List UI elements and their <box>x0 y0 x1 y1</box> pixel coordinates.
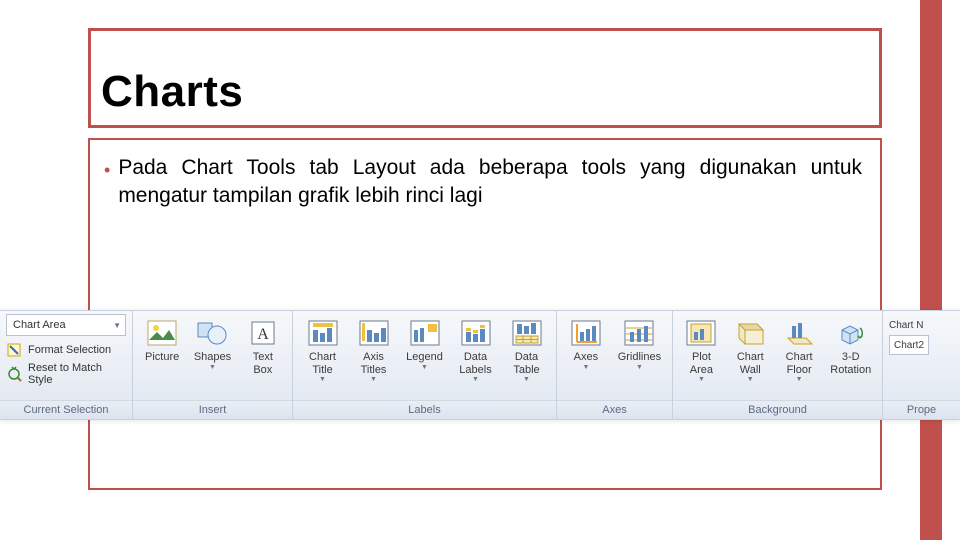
group-label: Prope <box>883 400 960 419</box>
data-labels-button[interactable]: Data Labels ▼ <box>452 314 499 383</box>
3d-rotation-icon <box>835 317 867 349</box>
chevron-down-icon: ▼ <box>421 364 428 371</box>
reset-icon <box>6 366 22 382</box>
chevron-down-icon: ▼ <box>319 376 326 383</box>
chart-floor-icon <box>783 317 815 349</box>
shapes-button[interactable]: Shapes ▼ <box>189 314 235 371</box>
group-label: Axes <box>557 400 672 419</box>
chevron-down-icon: ▼ <box>472 376 479 383</box>
chart-floor-button[interactable]: Chart Floor ▼ <box>777 314 822 383</box>
axis-titles-button[interactable]: Axis Titles ▼ <box>350 314 397 383</box>
chevron-down-icon: ▼ <box>796 376 803 383</box>
group-label: Insert <box>133 400 292 419</box>
picture-icon <box>146 317 178 349</box>
chevron-down-icon: ▼ <box>370 376 377 383</box>
chart-wall-button[interactable]: Chart Wall ▼ <box>728 314 773 383</box>
accent-bar <box>920 0 942 540</box>
chevron-down-icon: ▼ <box>636 364 643 371</box>
picture-button[interactable]: Picture <box>139 314 185 364</box>
format-selection-icon <box>6 342 22 358</box>
3d-rotation-button[interactable]: 3-D Rotation <box>826 314 876 376</box>
group-label: Current Selection <box>0 400 132 419</box>
chevron-down-icon: ▼ <box>698 376 705 383</box>
group-labels: Chart Title ▼ Axis Titles ▼ Legend ▼ <box>293 311 557 419</box>
chevron-down-icon: ▼ <box>582 364 589 371</box>
slide: Charts • Pada Chart Tools tab Layout ada… <box>0 0 960 540</box>
chart-title-icon <box>307 317 339 349</box>
bullet-item: • Pada Chart Tools tab Layout ada bebera… <box>104 154 862 211</box>
chevron-down-icon: ▼ <box>747 376 754 383</box>
slide-title: Charts <box>101 67 243 117</box>
format-selection-button[interactable]: Format Selection <box>6 340 126 360</box>
text-box-icon: A <box>247 317 279 349</box>
chart-title-button[interactable]: Chart Title ▼ <box>299 314 346 383</box>
bullet-dot-icon: • <box>104 158 110 182</box>
plot-area-button[interactable]: Plot Area ▼ <box>679 314 724 383</box>
group-axes: Axes ▼ Gridlines ▼ Axes <box>557 311 673 419</box>
axes-icon <box>570 317 602 349</box>
chart-name-label: Chart N <box>889 320 923 331</box>
ribbon-chart-tools-layout: Chart Area ▼ Format Selection <box>0 310 960 420</box>
chart-element-combo[interactable]: Chart Area ▼ <box>6 314 126 336</box>
legend-button[interactable]: Legend ▼ <box>401 314 448 371</box>
group-current-selection: Chart Area ▼ Format Selection <box>0 311 133 419</box>
gridlines-button[interactable]: Gridlines ▼ <box>613 314 666 371</box>
group-background: Plot Area ▼ Chart Wall ▼ Chart Floor ▼ <box>673 311 883 419</box>
legend-icon <box>409 317 441 349</box>
axis-titles-icon <box>358 317 390 349</box>
data-table-button[interactable]: Data Table ▼ <box>503 314 550 383</box>
shapes-icon <box>196 317 228 349</box>
axes-button[interactable]: Axes ▼ <box>563 314 609 371</box>
chevron-down-icon: ▼ <box>113 321 121 330</box>
chevron-down-icon: ▼ <box>523 376 530 383</box>
gridlines-icon <box>623 317 655 349</box>
data-table-icon <box>511 317 543 349</box>
group-label: Background <box>673 400 882 419</box>
group-properties: Chart N Chart2 Prope <box>883 311 960 419</box>
chart-wall-icon <box>734 317 766 349</box>
title-box: Charts <box>88 28 882 128</box>
group-label: Labels <box>293 400 556 419</box>
plot-area-icon <box>685 317 717 349</box>
chart-name-input[interactable]: Chart2 <box>889 335 929 355</box>
chevron-down-icon: ▼ <box>209 364 216 371</box>
svg-text:A: A <box>257 326 269 343</box>
group-insert: Picture Shapes ▼ <box>133 311 293 419</box>
bullet-text: Pada Chart Tools tab Layout ada beberapa… <box>118 154 862 211</box>
text-box-button[interactable]: A Text Box <box>240 314 286 376</box>
reset-to-match-style-button[interactable]: Reset to Match Style <box>6 364 126 384</box>
data-labels-icon <box>460 317 492 349</box>
combo-value: Chart Area <box>13 319 66 331</box>
